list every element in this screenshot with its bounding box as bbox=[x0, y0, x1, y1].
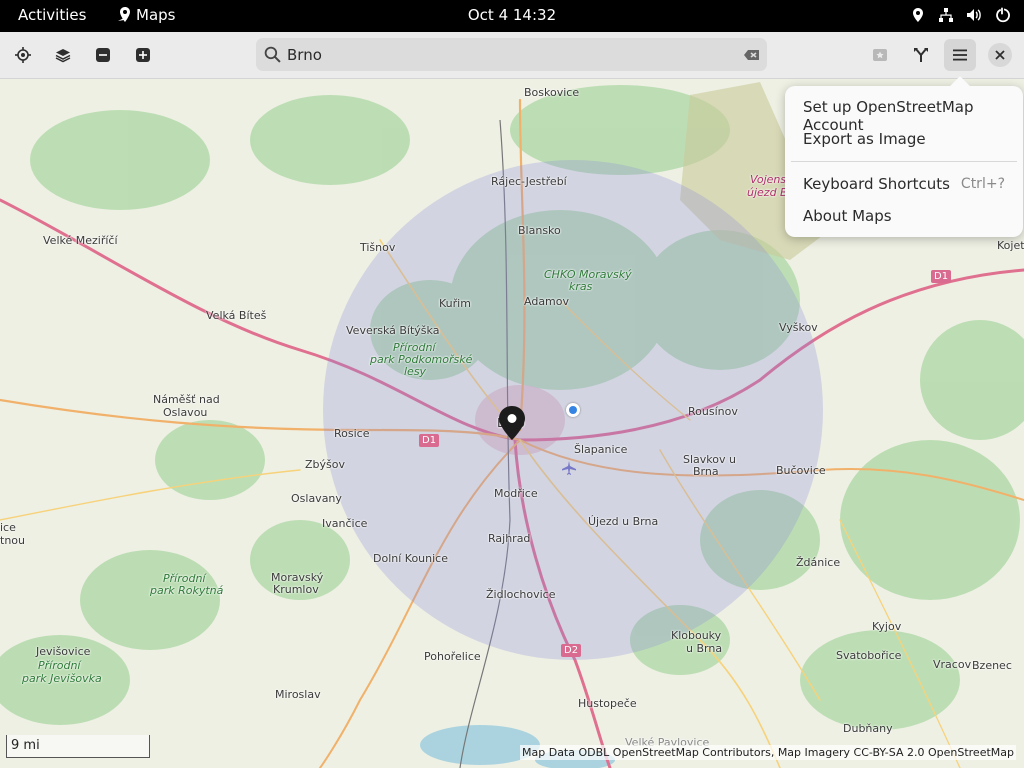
place-label: Jevišovice bbox=[36, 645, 91, 658]
screen: Activities Maps Oct 4 14:32 Brno Boskovi… bbox=[0, 0, 1024, 768]
scale-label: 9 mi bbox=[11, 738, 40, 753]
menu-item-setup-osm-account[interactable]: Set up OpenStreetMap Account bbox=[791, 92, 1017, 134]
place-label: Zbýšov bbox=[305, 458, 345, 471]
airport-icon bbox=[562, 461, 576, 475]
place-label: Ivančice bbox=[322, 517, 368, 530]
place-label: tnou bbox=[0, 534, 25, 547]
place-label: Miroslav bbox=[275, 688, 321, 701]
locate-icon bbox=[15, 47, 31, 63]
zoom-in-button[interactable] bbox=[127, 39, 159, 71]
place-label: u Brna bbox=[686, 642, 723, 655]
main-menu-popover: Set up OpenStreetMap Account Export as I… bbox=[785, 76, 1023, 237]
place-label: Dolní Kounice bbox=[373, 552, 448, 565]
go-to-current-location-button[interactable] bbox=[7, 39, 39, 71]
place-label: Oslavany bbox=[291, 492, 342, 505]
power-icon bbox=[996, 7, 1010, 23]
search-input[interactable] bbox=[287, 38, 727, 71]
map-pin-icon bbox=[118, 7, 130, 22]
zoom-out-icon bbox=[96, 48, 110, 62]
place-label: Boskovice bbox=[524, 86, 580, 99]
hamburger-menu-icon bbox=[953, 49, 967, 61]
layers-icon bbox=[55, 49, 71, 63]
star-folder-icon bbox=[873, 49, 887, 61]
menu-separator bbox=[791, 161, 1017, 162]
place-label: Ždánice bbox=[796, 556, 841, 569]
close-icon bbox=[995, 50, 1005, 60]
place-label: Náměšť nad bbox=[153, 393, 220, 406]
park-label: park Rokytná bbox=[150, 584, 224, 597]
place-label: Kojet bbox=[997, 239, 1024, 252]
layers-button[interactable] bbox=[47, 39, 79, 71]
place-label: Rousínov bbox=[688, 405, 738, 418]
clock[interactable]: Oct 4 14:32 bbox=[468, 6, 556, 24]
place-label: Svatobořice bbox=[836, 649, 902, 662]
place-label: Kuřim bbox=[439, 297, 471, 310]
search-entry[interactable] bbox=[256, 38, 767, 71]
menu-item-label: About Maps bbox=[803, 207, 892, 225]
highway-shield: D1 bbox=[419, 434, 440, 447]
zoom-out-button[interactable] bbox=[87, 39, 119, 71]
park-label: park Jevišovka bbox=[22, 672, 102, 685]
place-label: Blansko bbox=[518, 224, 561, 237]
menu-item-export-image[interactable]: Export as Image bbox=[791, 124, 1017, 154]
volume-icon bbox=[967, 9, 981, 21]
place-label: Brna bbox=[693, 465, 719, 478]
menu-item-label: Keyboard Shortcuts bbox=[803, 175, 950, 193]
park-label: lesy bbox=[404, 365, 427, 378]
search-icon bbox=[264, 46, 281, 63]
top-bar: Activities Maps Oct 4 14:32 bbox=[0, 0, 1024, 32]
system-tray[interactable] bbox=[910, 7, 1010, 23]
map-attribution: Map Data ODBL OpenStreetMap Contributors… bbox=[520, 745, 1016, 760]
close-window-button[interactable] bbox=[988, 43, 1012, 67]
route-icon bbox=[914, 48, 928, 62]
route-planner-button[interactable] bbox=[905, 39, 937, 71]
place-label: Tišnov bbox=[360, 241, 396, 254]
main-menu-button[interactable] bbox=[944, 39, 976, 71]
place-label: Veverská Bítýška bbox=[346, 324, 440, 337]
place-label: Bučovice bbox=[776, 464, 826, 477]
place-label: Velké Meziříčí bbox=[43, 234, 118, 247]
place-label: Újezd u Brna bbox=[588, 515, 659, 528]
current-location-marker[interactable] bbox=[566, 403, 580, 417]
park-label: Přírodní bbox=[38, 659, 81, 672]
place-label: Židlochovice bbox=[486, 588, 556, 601]
highway-shield: D1 bbox=[931, 270, 952, 283]
place-label: Velká Bíteš bbox=[206, 309, 267, 322]
app-name: Maps bbox=[136, 6, 176, 24]
network-icon bbox=[939, 8, 953, 22]
menu-item-accelerator: Ctrl+? bbox=[960, 176, 1005, 192]
place-label: Šlapanice bbox=[574, 443, 628, 456]
place-label: Krumlov bbox=[273, 583, 319, 596]
place-label: Bzenec bbox=[972, 659, 1012, 672]
place-label: Vracov bbox=[933, 658, 972, 671]
place-label: Dubňany bbox=[843, 722, 893, 735]
clear-search-icon[interactable] bbox=[743, 46, 761, 64]
park-label: kras bbox=[569, 280, 593, 293]
app-menu[interactable]: Maps bbox=[118, 6, 175, 24]
place-label: ice bbox=[0, 521, 16, 534]
place-label: Klobouky bbox=[671, 629, 722, 642]
menu-item-keyboard-shortcuts[interactable]: Keyboard Shortcuts Ctrl+? bbox=[791, 169, 1017, 199]
place-marker-icon[interactable] bbox=[498, 406, 526, 440]
place-label: Rajhrad bbox=[488, 532, 531, 545]
place-label: Hustopeče bbox=[578, 697, 637, 710]
highway-shield: D2 bbox=[561, 644, 582, 657]
place-label: Adamov bbox=[524, 295, 570, 308]
location-icon bbox=[913, 8, 923, 22]
header-bar bbox=[0, 32, 1024, 79]
place-label: Oslavou bbox=[163, 406, 208, 419]
place-label: Vyškov bbox=[779, 321, 818, 334]
zoom-in-icon bbox=[136, 48, 150, 62]
place-label: Rosice bbox=[334, 427, 370, 440]
activities-button[interactable]: Activities bbox=[18, 6, 86, 24]
menu-item-about-maps[interactable]: About Maps bbox=[791, 201, 1017, 231]
place-label: Pohořelice bbox=[424, 650, 481, 663]
map-scale: 9 mi bbox=[6, 735, 150, 758]
menu-item-label: Export as Image bbox=[803, 130, 926, 148]
place-label: Modřice bbox=[494, 487, 538, 500]
favorites-button[interactable] bbox=[864, 39, 896, 71]
place-label: Kyjov bbox=[872, 620, 902, 633]
place-label: Rájec-Jestřebí bbox=[491, 175, 567, 188]
